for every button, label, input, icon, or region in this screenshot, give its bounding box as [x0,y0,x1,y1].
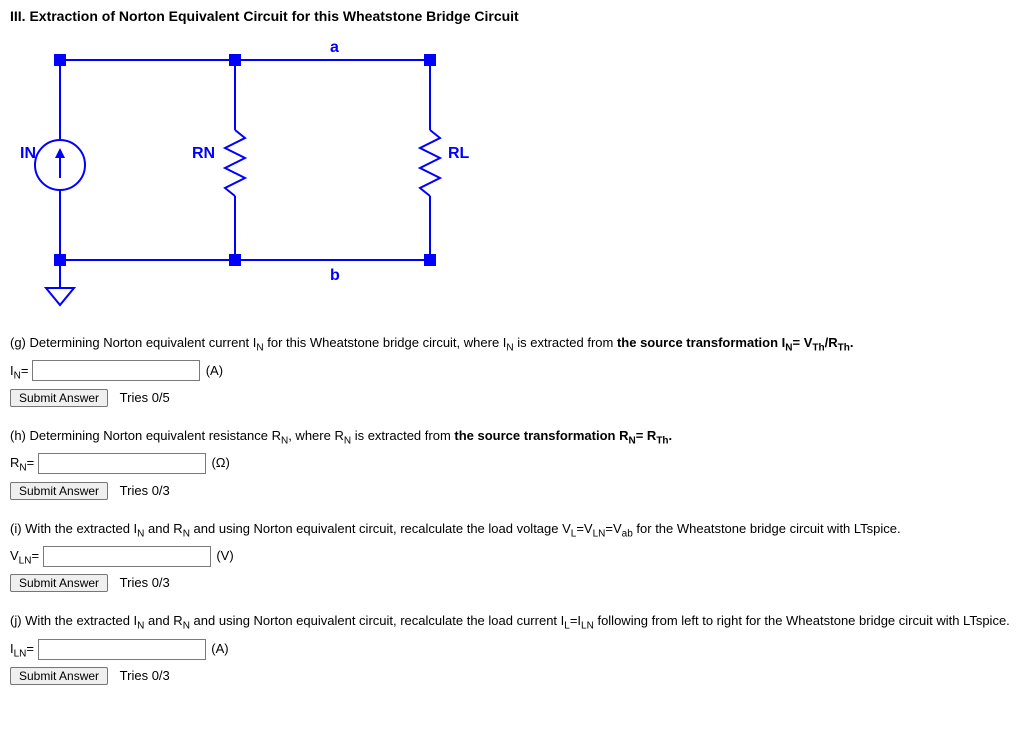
question-j-prompt: (j) With the extracted IN and RN and usi… [10,611,1010,634]
node-b-label: b [330,267,340,284]
rn-unit: (Ω) [211,455,229,470]
in-input[interactable] [32,360,200,381]
iln-unit: (A) [211,641,228,656]
node-a-label: a [330,39,339,56]
submit-button-g[interactable]: Submit Answer [10,389,108,407]
question-h-prompt: (h) Determining Norton equivalent resist… [10,426,1010,449]
section-title: III. Extraction of Norton Equivalent Cir… [10,8,1014,24]
submit-button-i[interactable]: Submit Answer [10,574,108,592]
rl-label: RL [448,145,470,162]
question-i-prompt: (i) With the extracted IN and RN and usi… [10,519,1010,542]
question-g-answer-row: IN= (A) [10,360,1010,384]
tries-j: Tries 0/3 [120,668,170,683]
submit-button-j[interactable]: Submit Answer [10,667,108,685]
question-h-answer-row: RN= (Ω) [10,453,1010,477]
question-i: (i) With the extracted IN and RN and usi… [10,519,1010,594]
tries-h: Tries 0/3 [120,483,170,498]
question-j-answer-row: ILN= (A) [10,639,1010,663]
tries-i: Tries 0/3 [120,575,170,590]
rn-input[interactable] [38,453,206,474]
circuit-diagram: a b IN RN RL [10,30,1014,313]
in-unit: (A) [206,363,223,378]
iln-input[interactable] [38,639,206,660]
question-g: (g) Determining Norton equivalent curren… [10,333,1010,408]
question-g-prompt: (g) Determining Norton equivalent curren… [10,333,1010,356]
submit-button-h[interactable]: Submit Answer [10,482,108,500]
tries-g: Tries 0/5 [120,390,170,405]
rn-label: RN [192,145,215,162]
question-i-answer-row: VLN= (V) [10,546,1010,570]
question-j: (j) With the extracted IN and RN and usi… [10,611,1010,686]
vln-unit: (V) [216,548,233,563]
vln-input[interactable] [43,546,211,567]
question-h: (h) Determining Norton equivalent resist… [10,426,1010,501]
in-label: IN [20,145,36,162]
